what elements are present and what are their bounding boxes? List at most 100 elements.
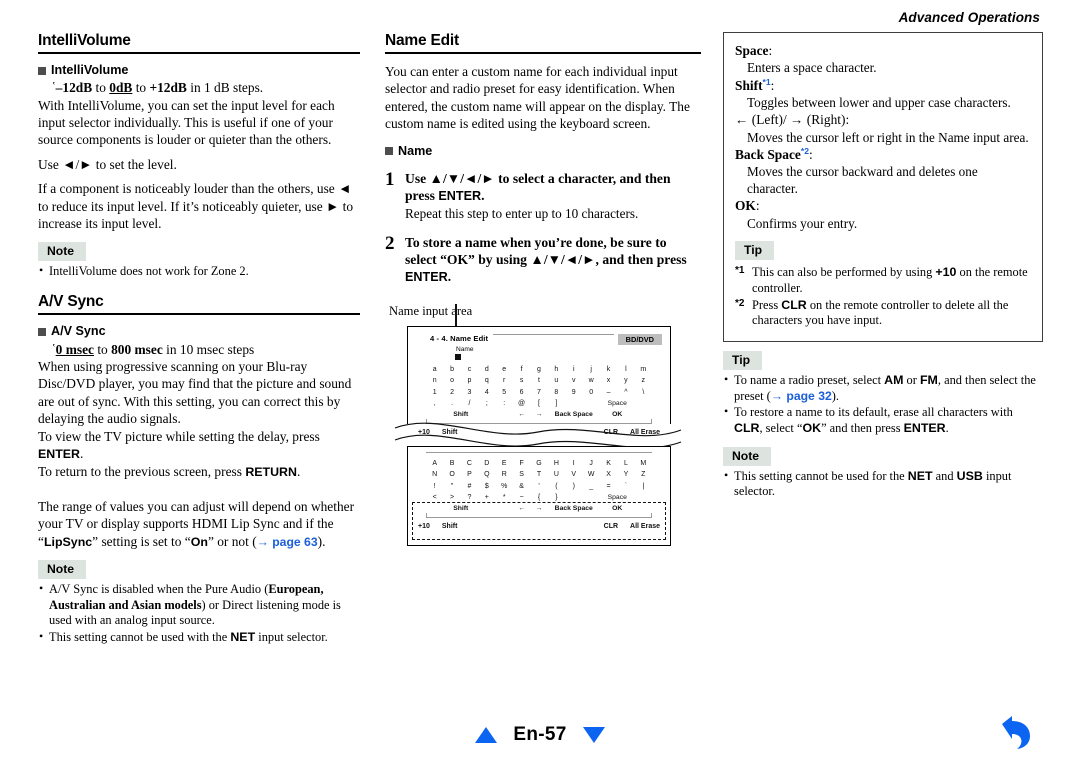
- key[interactable]: u: [548, 376, 565, 385]
- key[interactable]: \: [635, 388, 652, 397]
- key[interactable]: o: [443, 376, 460, 385]
- page-link-63[interactable]: → page 63: [257, 535, 318, 549]
- key[interactable]: =: [600, 482, 617, 491]
- key[interactable]: d: [478, 365, 495, 374]
- tip-item: To restore a name to its default, erase …: [723, 404, 1043, 436]
- key[interactable]: !: [426, 482, 443, 491]
- key[interactable]: $: [478, 482, 495, 491]
- key[interactable]: l: [617, 365, 634, 374]
- key[interactable]: G: [530, 459, 547, 468]
- key[interactable]: n: [426, 376, 443, 385]
- key[interactable]: x: [600, 376, 617, 385]
- key[interactable]: s: [513, 376, 530, 385]
- key[interactable]: D: [478, 459, 495, 468]
- key[interactable]: J: [582, 459, 599, 468]
- key[interactable]: r: [496, 376, 513, 385]
- key[interactable]: 0: [582, 388, 599, 397]
- key[interactable]: V: [565, 470, 582, 479]
- key[interactable]: _: [582, 482, 599, 491]
- key[interactable]: –: [600, 388, 617, 397]
- key[interactable]: `: [617, 482, 634, 491]
- key[interactable]: F: [513, 459, 530, 468]
- key[interactable]: B: [443, 459, 460, 468]
- key[interactable]: K: [600, 459, 617, 468]
- key[interactable]: M: [635, 459, 652, 468]
- key[interactable]: c: [461, 365, 478, 374]
- key[interactable]: 9: [565, 388, 582, 397]
- key[interactable]: A: [426, 459, 443, 468]
- key[interactable]: O: [443, 470, 460, 479]
- page-link-32[interactable]: → page 32: [771, 389, 832, 403]
- key[interactable]: :: [496, 399, 513, 408]
- key[interactable]: 3: [461, 388, 478, 397]
- key[interactable]: ;: [478, 399, 495, 408]
- key[interactable]: 2: [443, 388, 460, 397]
- key[interactable]: 1: [426, 388, 443, 397]
- key[interactable]: %: [496, 482, 513, 491]
- key[interactable]: ]: [548, 399, 565, 408]
- key[interactable]: i: [565, 365, 582, 374]
- key[interactable]: (: [548, 482, 565, 491]
- key[interactable]: ): [565, 482, 582, 491]
- highlight-dashed-rect: [412, 501, 666, 540]
- key[interactable]: a: [426, 365, 443, 374]
- key[interactable]: X: [600, 470, 617, 479]
- key[interactable]: e: [496, 365, 513, 374]
- key[interactable]: g: [530, 365, 547, 374]
- key[interactable]: T: [530, 470, 547, 479]
- key[interactable]: k: [600, 365, 617, 374]
- key[interactable]: b: [443, 365, 460, 374]
- section-title-name-edit: Name Edit: [385, 32, 459, 49]
- key[interactable]: t: [530, 376, 547, 385]
- key[interactable]: ^: [617, 388, 634, 397]
- key[interactable]: /: [461, 399, 478, 408]
- key[interactable]: H: [548, 459, 565, 468]
- key[interactable]: w: [582, 376, 599, 385]
- key[interactable]: z: [635, 376, 652, 385]
- key[interactable]: [: [530, 399, 547, 408]
- key[interactable]: Y: [617, 470, 634, 479]
- key[interactable]: .: [443, 399, 460, 408]
- key[interactable]: h: [548, 365, 565, 374]
- key[interactable]: y: [617, 376, 634, 385]
- key[interactable]: 4: [478, 388, 495, 397]
- key[interactable]: S: [513, 470, 530, 479]
- screen-title-bar: 4 - 4. Name Edit BD/DVD: [430, 333, 662, 345]
- key[interactable]: ": [443, 482, 460, 491]
- key[interactable]: 8: [548, 388, 565, 397]
- key[interactable]: W: [582, 470, 599, 479]
- key[interactable]: P: [461, 470, 478, 479]
- triangle-up-icon[interactable]: [475, 727, 498, 743]
- key[interactable]: ,: [426, 399, 443, 408]
- key[interactable]: |: [635, 482, 652, 491]
- key[interactable]: L: [617, 459, 634, 468]
- key[interactable]: #: [461, 482, 478, 491]
- key[interactable]: R: [496, 470, 513, 479]
- key[interactable]: Z: [635, 470, 652, 479]
- key[interactable]: I: [565, 459, 582, 468]
- key[interactable]: q: [478, 376, 495, 385]
- key[interactable]: 6: [513, 388, 530, 397]
- key[interactable]: U: [548, 470, 565, 479]
- key[interactable]: &: [513, 482, 530, 491]
- key[interactable]: v: [565, 376, 582, 385]
- note-item: This setting cannot be used with the NET…: [38, 629, 360, 646]
- key[interactable]: Q: [478, 470, 495, 479]
- key[interactable]: C: [461, 459, 478, 468]
- step-2: 2 To store a name when you’re done, be s…: [385, 233, 701, 286]
- triangle-down-icon[interactable]: [582, 727, 605, 743]
- key[interactable]: j: [582, 365, 599, 374]
- key[interactable]: f: [513, 365, 530, 374]
- key-space[interactable]: Space: [582, 399, 652, 408]
- key[interactable]: N: [426, 470, 443, 479]
- key[interactable]: ': [530, 482, 547, 491]
- back-arrow-icon[interactable]: [988, 710, 1034, 752]
- key[interactable]: 5: [496, 388, 513, 397]
- key[interactable]: @: [513, 399, 530, 408]
- key[interactable]: 7: [530, 388, 547, 397]
- key[interactable]: m: [635, 365, 652, 374]
- range-sep-2: to: [132, 80, 150, 96]
- step-2-lead: To store a name when you’re done, be sur…: [405, 234, 701, 286]
- key[interactable]: p: [461, 376, 478, 385]
- key[interactable]: E: [496, 459, 513, 468]
